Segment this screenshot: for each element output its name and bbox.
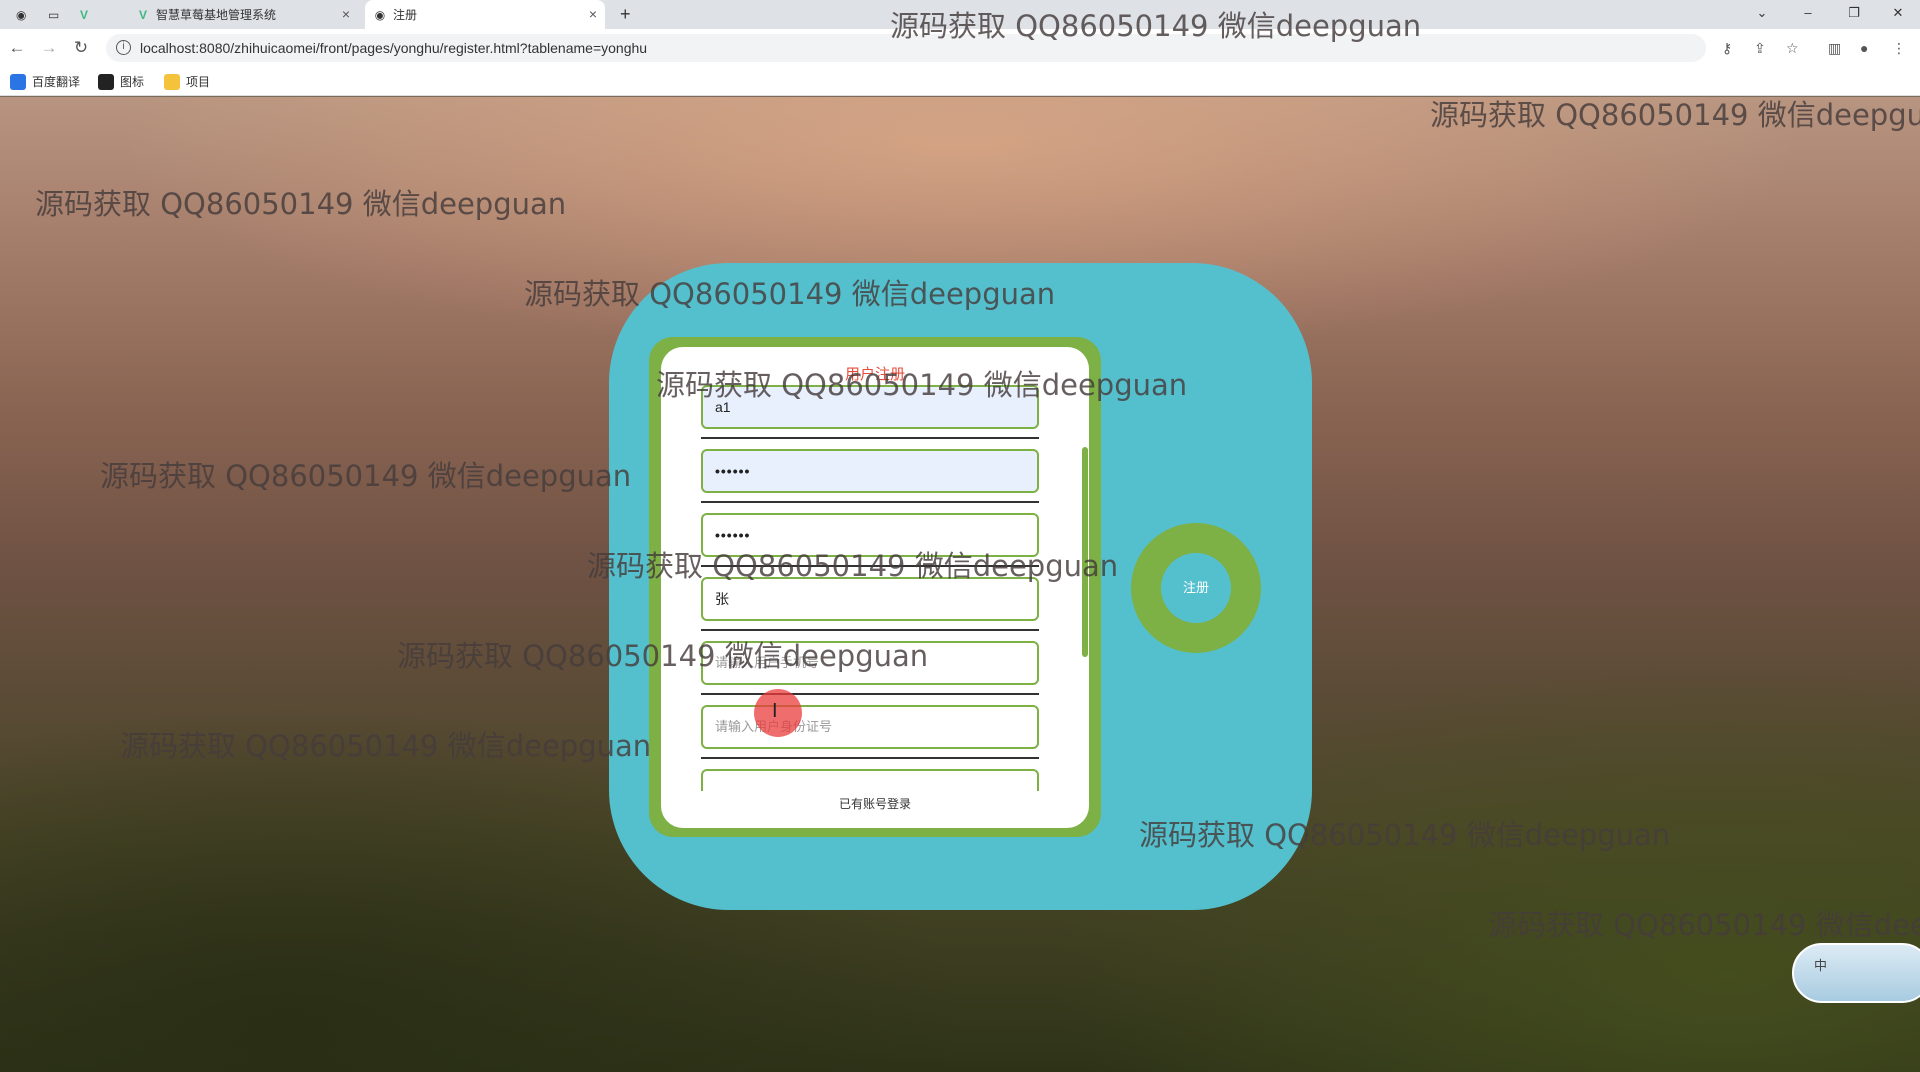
restore-button[interactable]: ❐ <box>1832 0 1876 29</box>
watermark: 源码获取 QQ86050149 微信deepguan <box>1488 908 1920 942</box>
profile-icon[interactable]: ● <box>1860 40 1868 56</box>
bookmarks-bar: 百度翻译 图标 项目 <box>0 67 1920 96</box>
plus-icon: + <box>620 4 631 24</box>
divider <box>701 629 1039 631</box>
watermark: 源码获取 QQ86050149 微信deepguan <box>100 459 632 493</box>
url-text: localhost:8080/zhihuicaomei/front/pages/… <box>140 40 648 56</box>
bookmark-icons[interactable]: 图标 <box>98 73 144 90</box>
minimize-button[interactable]: – <box>1786 0 1830 29</box>
key-icon[interactable]: ⚷ <box>1722 40 1732 57</box>
close-icon[interactable]: × <box>589 6 597 22</box>
ime-widget[interactable]: 中 <box>1792 943 1920 1003</box>
url-field[interactable]: i localhost:8080/zhihuicaomei/front/page… <box>106 34 1706 62</box>
menu-icon[interactable]: ⋮ <box>1892 40 1906 57</box>
watermark: 源码获取 QQ86050149 微信deepguan <box>120 729 652 763</box>
folder-icon <box>164 73 180 90</box>
tab-search-icon[interactable]: ⌄ <box>1740 0 1784 29</box>
address-bar-row: ← → ↻ i localhost:8080/zhihuicaomei/fron… <box>0 29 1920 67</box>
reload-button[interactable]: ↻ <box>70 37 92 59</box>
arrow-left-icon: ← <box>8 38 26 57</box>
star-icon[interactable]: ☆ <box>1786 40 1799 57</box>
browser-tab-bar: ◉ ▭ V V 智慧草莓基地管理系统 × ◉ 注册 × + ⌄ – ❐ ✕ <box>0 0 1920 29</box>
click-indicator <box>754 689 802 737</box>
tab-pinned-2[interactable]: ▭ <box>40 0 66 29</box>
form-scrollbar[interactable] <box>1082 447 1088 657</box>
info-icon[interactable]: i <box>116 40 131 55</box>
tab-strawberry-system[interactable]: V 智慧草莓基地管理系统 × <box>128 0 358 29</box>
name-input[interactable]: 张 <box>701 577 1039 621</box>
watermark: 源码获取 QQ86050149 微信deepguan <box>35 187 567 221</box>
form-title: 用户注册 <box>844 366 905 383</box>
bookmark-label: 百度翻译 <box>32 75 81 89</box>
register-form: 用户注册 a1 •••••• •••••• 张 请输入用户手机号 请输入用户身份… <box>661 347 1089 828</box>
bookmark-label: 项目 <box>186 75 211 89</box>
tab-title: 注册 <box>393 8 418 22</box>
id-card-input[interactable]: 请输入用户身份证号 <box>701 705 1039 749</box>
divider <box>701 501 1039 503</box>
tab-title: 智慧草莓基地管理系统 <box>156 8 277 22</box>
text-cursor-icon: I <box>772 700 778 722</box>
divider <box>701 757 1039 759</box>
image-icon <box>98 73 114 90</box>
page-background: 用户注册 a1 •••••• •••••• 张 请输入用户手机号 请输入用户身份… <box>0 97 1920 1072</box>
bookmark-baidu-translate[interactable]: 百度翻译 <box>10 73 80 90</box>
divider <box>701 437 1039 439</box>
username-input[interactable]: a1 <box>701 385 1039 429</box>
tab-pinned-1[interactable]: ◉ <box>8 0 34 29</box>
register-button[interactable]: 注册 <box>1161 553 1231 623</box>
bookmark-label: 图标 <box>120 75 145 89</box>
password-input[interactable]: •••••• <box>701 449 1039 493</box>
reload-icon: ↻ <box>73 38 89 57</box>
globe-icon: ◉ <box>374 7 386 22</box>
phone-input[interactable]: 请输入用户手机号 <box>701 641 1039 685</box>
forward-button[interactable]: → <box>38 37 60 59</box>
bookmark-projects[interactable]: 项目 <box>164 73 210 90</box>
back-button[interactable]: ← <box>6 37 28 59</box>
next-input[interactable] <box>701 769 1039 791</box>
ime-label: 中 <box>1814 958 1828 973</box>
vue-icon: V <box>138 7 147 22</box>
blank-page-icon: ▭ <box>48 7 60 22</box>
sidepanel-icon[interactable]: ▥ <box>1828 40 1841 57</box>
confirm-password-input[interactable]: •••••• <box>701 513 1039 557</box>
divider <box>701 565 1039 567</box>
watermark: 源码获取 QQ86050149 微信deepguan <box>1430 98 1920 132</box>
tab-register[interactable]: ◉ 注册 × <box>365 0 605 29</box>
close-icon[interactable]: × <box>342 6 350 22</box>
login-link[interactable]: 已有账号登录 <box>661 795 1089 812</box>
globe-icon: ◉ <box>16 7 27 22</box>
arrow-right-icon: → <box>40 38 58 57</box>
divider <box>701 693 1039 695</box>
share-icon[interactable]: ⇪ <box>1754 40 1766 57</box>
close-window-button[interactable]: ✕ <box>1876 0 1920 29</box>
form-scroll-area[interactable]: a1 •••••• •••••• 张 请输入用户手机号 请输入用户身份证号 <box>661 385 1089 791</box>
vue-icon: V <box>80 7 89 22</box>
new-tab-button[interactable]: + <box>612 0 638 29</box>
translate-icon <box>10 73 26 90</box>
tab-pinned-3[interactable]: V <box>72 0 98 29</box>
